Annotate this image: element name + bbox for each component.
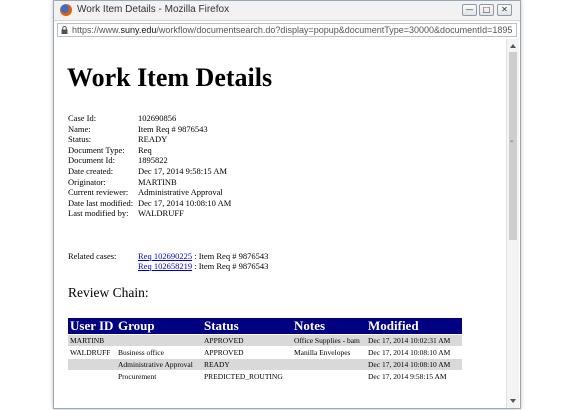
table-header-row: User ID Group Status Notes Modified bbox=[68, 318, 462, 335]
detail-label: Current reviewer: bbox=[68, 187, 129, 198]
table-cell: READY bbox=[202, 358, 292, 371]
window-title: Work Item Details - Mozilla Firefox bbox=[77, 4, 230, 15]
table-cell: Manilla Envelopes bbox=[292, 346, 366, 359]
detail-value: Item Req # 9876543 bbox=[138, 123, 208, 134]
detail-label: Originator: bbox=[68, 176, 106, 187]
table-cell bbox=[68, 370, 116, 382]
detail-value: 102690856 bbox=[138, 113, 177, 123]
table-cell bbox=[292, 370, 366, 382]
table-cell: APPROVED bbox=[202, 334, 292, 347]
scroll-grip-icon: ≡ bbox=[510, 139, 514, 145]
minimize-button[interactable]: — bbox=[462, 4, 477, 16]
related-case-link[interactable]: Req 102690225 bbox=[138, 251, 192, 261]
detail-label: Document Type: bbox=[68, 144, 125, 155]
detail-label: Date last modified: bbox=[68, 197, 134, 208]
table-cell: APPROVED bbox=[202, 346, 292, 359]
page-content: Work Item Details Case Id: 102690856 Name… bbox=[54, 39, 505, 408]
table-cell: Procurement bbox=[116, 370, 202, 382]
scroll-down-arrow-icon[interactable] bbox=[510, 399, 516, 403]
table-row: Procurement PREDICTED_ROUTING Dec 17, 20… bbox=[68, 370, 462, 382]
table-cell: Office Supplies - bam bbox=[292, 334, 366, 347]
table-cell: Dec 17, 2014 10:02:31 AM bbox=[366, 334, 462, 347]
scrollbar-thumb[interactable] bbox=[509, 52, 517, 240]
detail-label: Case Id: bbox=[68, 113, 97, 123]
detail-label: Last modified by: bbox=[68, 208, 129, 219]
detail-value: READY bbox=[138, 134, 168, 145]
column-header: Group bbox=[116, 318, 202, 335]
close-button[interactable]: ✕ bbox=[497, 4, 512, 16]
table-cell: Dec 17, 2014 10:08:10 AM bbox=[366, 346, 462, 359]
address-bar[interactable]: https://www.suny.edu/workflow/documentse… bbox=[57, 23, 517, 37]
table-cell bbox=[116, 334, 202, 347]
table-cell: Administrative Approval bbox=[116, 358, 202, 371]
detail-label: Document Id: bbox=[68, 155, 115, 166]
detail-value: WALDRUFF bbox=[138, 208, 184, 219]
table-cell: WALDRUFF bbox=[68, 346, 116, 359]
detail-value: Dec 17, 2014 9:58:15 AM bbox=[138, 165, 228, 176]
table-cell: Business office bbox=[116, 346, 202, 359]
detail-value: Dec 17, 2014 10:08:10 AM bbox=[138, 197, 232, 208]
table-cell: PREDICTED_ROUTING bbox=[202, 370, 292, 382]
detail-value: MARTINB bbox=[138, 176, 177, 187]
lock-icon bbox=[61, 26, 68, 34]
review-chain-table: User ID Group Status Notes Modified MART… bbox=[68, 318, 462, 382]
related-case-value: Req 102690225 : Item Req # 9876543 bbox=[138, 251, 268, 261]
vertical-scrollbar[interactable]: ≡ bbox=[506, 39, 519, 408]
detail-label: Date created: bbox=[68, 165, 114, 176]
review-chain-title: Review Chain: bbox=[68, 285, 149, 300]
column-header: Modified bbox=[366, 318, 462, 335]
table-cell: MARTINB bbox=[68, 334, 116, 347]
page-title: Work Item Details bbox=[67, 63, 273, 92]
table-cell: Dec 17, 2014 10:08:10 AM bbox=[366, 358, 462, 371]
related-case-value: Req 102658219 : Item Req # 9876543 bbox=[138, 261, 268, 271]
scroll-up-arrow-icon[interactable] bbox=[510, 44, 516, 48]
related-case-text: : Item Req # 9876543 bbox=[192, 261, 269, 271]
title-bar[interactable]: Work Item Details - Mozilla Firefox — □ … bbox=[54, 1, 520, 21]
table-cell bbox=[68, 358, 116, 371]
related-cases-label: Related cases: bbox=[68, 251, 117, 261]
detail-label: Name: bbox=[68, 123, 91, 134]
table-cell: Dec 17, 2014 9:58:15 AM bbox=[366, 370, 462, 382]
column-header: Notes bbox=[292, 318, 366, 335]
column-header: User ID bbox=[68, 318, 116, 335]
table-row: Administrative Approval READY Dec 17, 20… bbox=[68, 358, 462, 371]
firefox-icon bbox=[60, 4, 72, 16]
table-row: MARTINB APPROVED Office Supplies - bam D… bbox=[68, 334, 462, 347]
detail-label: Status: bbox=[68, 134, 92, 145]
related-case-text: : Item Req # 9876543 bbox=[192, 251, 269, 261]
detail-value: 1895822 bbox=[138, 155, 168, 166]
maximize-button[interactable]: □ bbox=[479, 4, 494, 16]
table-row: WALDRUFF Business office APPROVED Manill… bbox=[68, 346, 462, 359]
detail-value: Req bbox=[138, 144, 152, 155]
related-case-link[interactable]: Req 102658219 bbox=[138, 261, 192, 271]
browser-window: Work Item Details - Mozilla Firefox — □ … bbox=[53, 0, 521, 409]
table-cell bbox=[292, 358, 366, 371]
url-text: https://www.suny.edu/workflow/documentse… bbox=[72, 25, 512, 35]
column-header: Status bbox=[202, 318, 292, 335]
detail-value: Administrative Approval bbox=[138, 187, 223, 198]
